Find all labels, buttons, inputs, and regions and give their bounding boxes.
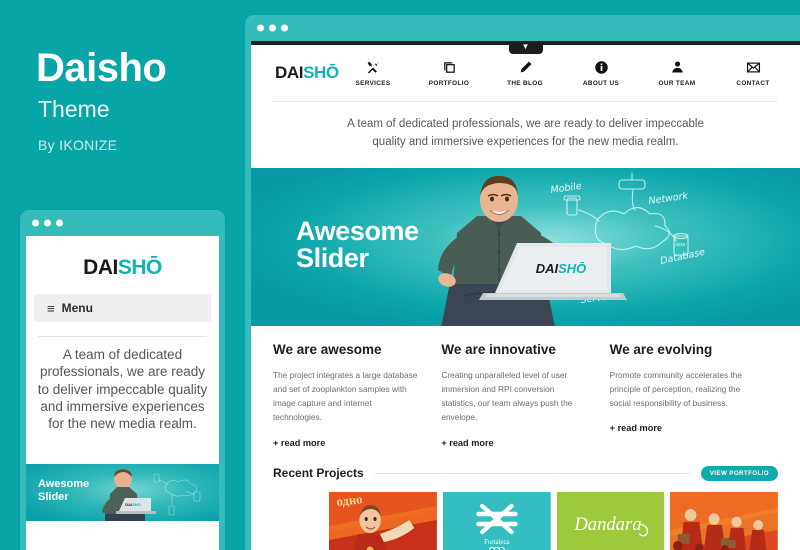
nav-label: OUR TEAM [658,80,696,87]
copy-icon [442,59,457,76]
window-dot [269,24,276,32]
nav-item-services[interactable]: SERVICES [348,59,398,87]
tools-icon [366,59,381,76]
browser-window-dots [257,24,288,32]
nav-label: ABOUT US [582,80,620,87]
window-dot [257,24,264,32]
site-logo-teal: SHŌ [303,63,339,82]
nav-item-the-blog[interactable]: THE BLOG [500,59,550,87]
mobile-site-logo[interactable]: DAISHŌ [26,236,219,294]
section-rule [374,472,690,474]
mobile-device-mockup: DAISHŌ ≡ Menu A team of dedicated profes… [20,210,225,550]
person-icon [670,59,685,76]
mobile-menu-label: Menu [61,301,93,315]
svg-text:DAISHŌ: DAISHŌ [125,502,141,507]
browser-viewport: ▼ DAISHŌ SERVICES PORTFOLIO THE BLOG ABO… [251,41,800,550]
nav-item-our-team[interactable]: OUR TEAM [652,59,702,87]
project-thumbnails: одно Fortaleza Dandara [251,481,800,550]
project-thumb-fortaleza-olympics[interactable]: Fortaleza [442,491,551,550]
feature-column: We are innovative Creating unparalleled … [441,342,609,448]
mobile-logo-teal: SHŌ [117,256,163,279]
feature-column: We are awesome The project integrates a … [273,342,441,448]
promo-subtitle: Theme [38,96,110,122]
mobile-slider[interactable]: DAISHŌ Awesome Slider [26,464,219,521]
nav-label: SERVICES [355,80,391,87]
svg-text:DAISHŌ: DAISHŌ [536,261,587,276]
recent-projects-title: Recent Projects [273,466,364,481]
mobile-title-bar [20,210,225,236]
tagline-line2: quality and immersive experiences for th… [372,135,679,148]
project-thumb-marching-crowd[interactable] [670,491,778,550]
feature-heading: We are awesome [273,341,382,357]
tagline-line1: A team of dedicated professionals, we ar… [347,118,704,130]
site-tagline: A team of dedicated professionals, we ar… [251,102,800,168]
window-dot [44,219,51,227]
window-dot [56,219,63,227]
read-more-link[interactable]: + read more [610,423,756,433]
mobile-window-dots [32,219,63,227]
fortaleza-olympics-art: Fortaleza [442,491,551,550]
hero-slider[interactable]: Mobile Network Database data Server [251,167,800,326]
mobile-menu-button[interactable]: ≡ Menu [34,294,211,322]
nav-label: THE BLOG [507,80,543,87]
promo-author: By IKONIZE [38,137,118,153]
feature-body: Creating unparalleled level of user imme… [441,369,573,423]
chevron-down-icon[interactable]: ▼ [508,41,543,54]
mobile-slider-title-line1: Awesome [38,478,90,490]
svg-text:Fortaleza: Fortaleza [484,539,509,546]
info-icon [594,59,609,76]
nav-item-contact[interactable]: CONTACT [728,59,778,87]
slider-title-line1: Awesome [296,215,419,246]
main-navigation: SERVICES PORTFOLIO THE BLOG ABOUT US OUR… [348,59,778,87]
nav-item-portfolio[interactable]: PORTFOLIO [424,59,474,87]
slider-title-line2: Slider [296,243,369,274]
site-logo-dark: DAI [275,63,304,82]
read-more-link[interactable]: + read more [441,438,587,448]
mobile-slider-title-line2: Slider [38,490,69,503]
slider-title: Awesome Slider [296,215,419,274]
pencil-icon [518,59,533,76]
browser-title-bar [245,15,800,41]
site-logo[interactable]: DAISHŌ [275,63,339,83]
feature-column: We are evolving Promote community accele… [610,342,778,448]
view-portfolio-button[interactable]: VIEW PORTFOLIO [700,465,778,481]
svg-text:Dandara: Dandara [573,514,641,535]
window-dot [281,24,288,32]
mobile-slider-title: Awesome Slider [38,478,89,504]
feature-heading: We are innovative [441,341,556,357]
recent-projects-header: Recent Projects VIEW PORTFOLIO [251,448,800,481]
propaganda-poster-art: одно [329,491,437,550]
feature-body: The project integrates a large database … [273,369,418,423]
mobile-tagline: A team of dedicated professionals, we ar… [37,347,208,432]
promo-title: Daisho [36,46,167,90]
feature-columns: We are awesome The project integrates a … [251,326,800,448]
svg-text:data: data [675,242,686,248]
read-more-link[interactable]: + read more [273,438,419,448]
nav-item-about-us[interactable]: ABOUT US [576,59,626,87]
top-bar-strip: ▼ [251,41,800,54]
feature-body: Promote community accelerates the princi… [609,369,743,409]
dandara-script-art: Dandara [556,491,665,550]
nav-label: PORTFOLIO [428,80,470,87]
envelope-icon [746,59,761,76]
marching-crowd-art [670,491,778,550]
svg-text:одно: одно [336,492,363,509]
project-thumb-dandara-script[interactable]: Dandara [556,491,665,550]
project-thumb-propaganda-poster[interactable]: одно [329,491,437,550]
mobile-logo-dark: DAI [83,256,118,279]
feature-heading: We are evolving [609,341,713,357]
nav-label: CONTACT [736,80,770,87]
browser-mockup: ▼ DAISHŌ SERVICES PORTFOLIO THE BLOG ABO… [245,15,800,550]
mobile-screen: DAISHŌ ≡ Menu A team of dedicated profes… [26,236,219,550]
window-dot [32,219,39,227]
hamburger-icon: ≡ [47,300,55,316]
